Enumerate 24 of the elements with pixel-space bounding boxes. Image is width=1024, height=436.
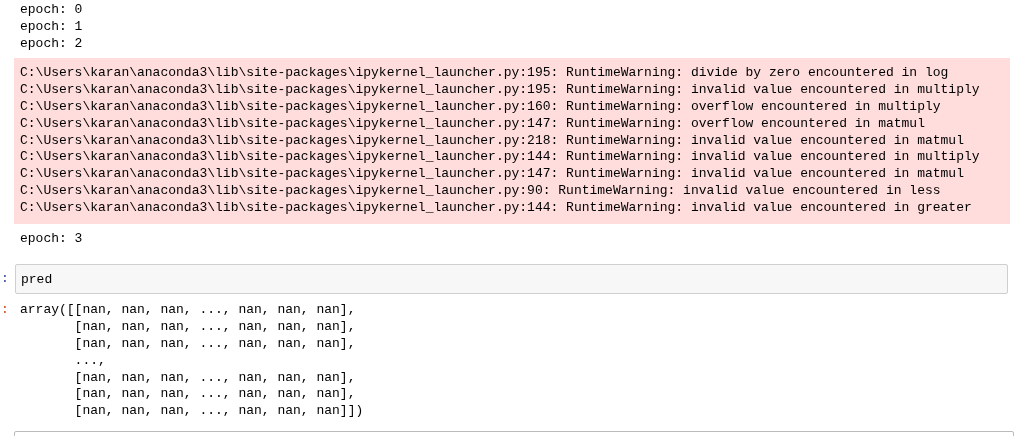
output-line: epoch: 0 bbox=[20, 2, 84, 19]
warning-line: C:\Users\karan\anaconda3\lib\site-packages\ipykernel_launcher.py:160: RuntimeWarning: overflow encountered in multiply bbox=[20, 99, 942, 116]
result-line: [nan, nan, nan, ..., nan, nan, nan], bbox=[73, 386, 357, 404]
result-line: [nan, nan, nan, ..., nan, nan, nan], bbox=[73, 369, 357, 387]
result-line: array([[nan, nan, nan, ..., nan, nan, nan], bbox=[20, 302, 357, 320]
result-line: [nan, nan, nan, ..., nan, nan, nan], bbox=[73, 335, 357, 353]
result-line: ..., bbox=[73, 352, 107, 370]
warning-line: C:\Users\karan\anaconda3\lib\site-packages\ipykernel_launcher.py:195: RuntimeWarning: divide by zero encountered in log bbox=[20, 65, 950, 83]
warning-line: C:\Users\karan\anaconda3\lib\site-packages\ipykernel_launcher.py:147: RuntimeWarning: overflow encountered in matmul bbox=[20, 115, 926, 133]
output-line: epoch: 2 bbox=[20, 35, 84, 53]
output-prompt: : bbox=[0, 302, 10, 320]
result-line: [nan, nan, nan, ..., nan, nan, nan]]) bbox=[73, 403, 364, 420]
code-text: pred bbox=[21, 271, 53, 287]
code-cell[interactable]: pred bbox=[15, 264, 1008, 295]
output-line: epoch: 1 bbox=[20, 18, 84, 36]
output-line: epoch: 3 bbox=[20, 230, 84, 248]
warning-line: C:\Users\karan\anaconda3\lib\site-packages\ipykernel_launcher.py:147: RuntimeWarning: invalid value encountered in matmul bbox=[20, 166, 965, 183]
warning-line: C:\Users\karan\anaconda3\lib\site-packages\ipykernel_launcher.py:195: RuntimeWarning: invalid value encountered in multiply bbox=[20, 82, 981, 99]
warning-line: C:\Users\karan\anaconda3\lib\site-packages\ipykernel_launcher.py:218: RuntimeWarning: invalid value encountered in matmul bbox=[20, 132, 965, 150]
result-line: [nan, nan, nan, ..., nan, nan, nan], bbox=[73, 319, 357, 336]
warning-line: C:\Users\karan\anaconda3\lib\site-packages\ipykernel_launcher.py:144: RuntimeWarning: invalid value encountered in greater bbox=[20, 199, 973, 217]
warning-line: C:\Users\karan\anaconda3\lib\site-packages\ipykernel_launcher.py:144: RuntimeWarning: invalid value encountered in multiply bbox=[20, 149, 981, 167]
input-prompt: : bbox=[0, 270, 10, 289]
warning-line: C:\Users\karan\anaconda3\lib\site-packages\ipykernel_launcher.py:90: RuntimeWarning: invalid value encountered in less bbox=[20, 182, 942, 200]
